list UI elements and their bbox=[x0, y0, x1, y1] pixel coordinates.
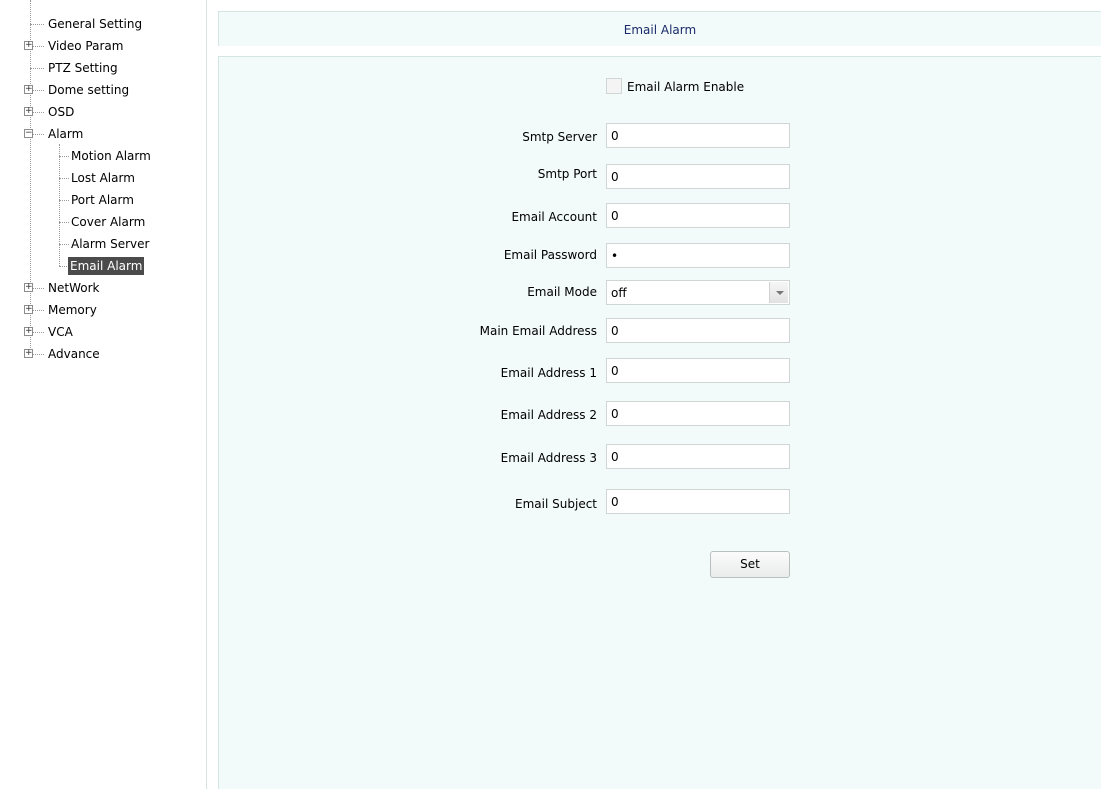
tree-item-memory[interactable]: + Memory bbox=[24, 300, 194, 320]
tree-item-osd[interactable]: + OSD bbox=[24, 102, 194, 122]
email-password-label: Email Password bbox=[503, 248, 597, 262]
tree-item-label: Cover Alarm bbox=[71, 215, 146, 229]
tree-item-label: Advance bbox=[48, 347, 100, 361]
expand-plus-icon[interactable]: + bbox=[24, 107, 33, 116]
email-address-1-input[interactable] bbox=[606, 358, 790, 383]
tree-item-label: PTZ Setting bbox=[48, 61, 118, 75]
expand-plus-icon[interactable]: + bbox=[24, 349, 33, 358]
tree-item-dome-setting[interactable]: + Dome setting bbox=[24, 80, 194, 100]
tree-item-lost-alarm[interactable]: Lost Alarm bbox=[59, 168, 199, 188]
main-email-address-input[interactable] bbox=[606, 318, 790, 343]
tree-item-video-param[interactable]: + Video Param bbox=[24, 36, 194, 56]
email-account-input[interactable] bbox=[606, 203, 790, 228]
smtp-server-input[interactable] bbox=[606, 123, 790, 148]
expand-plus-icon[interactable]: + bbox=[24, 327, 33, 336]
expand-plus-icon[interactable]: + bbox=[24, 283, 33, 292]
email-subject-label: Email Subject bbox=[515, 497, 597, 511]
chevron-down-icon[interactable] bbox=[769, 282, 788, 303]
email-subject-input[interactable] bbox=[606, 489, 790, 514]
email-mode-label: Email Mode bbox=[527, 285, 597, 299]
email-mode-select[interactable]: off bbox=[606, 280, 790, 305]
settings-tree: General Setting + Video Param PTZ Settin… bbox=[0, 0, 205, 789]
email-account-label: Email Account bbox=[511, 210, 597, 224]
tree-item-cover-alarm[interactable]: Cover Alarm bbox=[59, 212, 199, 232]
app-window: General Setting + Video Param PTZ Settin… bbox=[0, 0, 1101, 789]
email-password-input[interactable] bbox=[606, 243, 790, 268]
page-title: Email Alarm bbox=[218, 11, 1101, 46]
tree-item-label: Dome setting bbox=[48, 83, 130, 97]
email-address-3-input[interactable] bbox=[606, 444, 790, 469]
tree-item-label: Alarm bbox=[48, 127, 84, 141]
smtp-port-input[interactable] bbox=[606, 164, 790, 189]
tree-item-motion-alarm[interactable]: Motion Alarm bbox=[59, 146, 199, 166]
email-address-1-label: Email Address 1 bbox=[500, 366, 597, 380]
tree-item-label: OSD bbox=[48, 105, 75, 119]
tree-item-label: VCA bbox=[48, 325, 73, 339]
tree-item-network[interactable]: + NetWork bbox=[24, 278, 194, 298]
tree-item-label: Memory bbox=[48, 303, 97, 317]
tree-item-label: General Setting bbox=[48, 17, 143, 31]
tree-item-label: Video Param bbox=[48, 39, 124, 53]
set-button[interactable]: Set bbox=[710, 551, 790, 578]
tree-item-label-selected: Email Alarm bbox=[68, 257, 145, 275]
main-email-address-label: Main Email Address bbox=[479, 324, 597, 338]
tree-item-port-alarm[interactable]: Port Alarm bbox=[59, 190, 199, 210]
tree-item-advance[interactable]: + Advance bbox=[24, 344, 194, 364]
tree-item-label: Port Alarm bbox=[71, 193, 134, 207]
sidebar-divider bbox=[206, 0, 207, 789]
tree-item-ptz-setting[interactable]: PTZ Setting bbox=[30, 58, 200, 78]
email-mode-value: off bbox=[611, 286, 627, 300]
tree-item-label: Alarm Server bbox=[71, 237, 150, 251]
email-alarm-enable-checkbox[interactable] bbox=[606, 78, 622, 94]
tree-item-label: NetWork bbox=[48, 281, 100, 295]
expand-plus-icon[interactable]: + bbox=[24, 85, 33, 94]
email-alarm-enable-label: Email Alarm Enable bbox=[627, 80, 745, 94]
email-address-3-label: Email Address 3 bbox=[500, 451, 597, 465]
email-address-2-input[interactable] bbox=[606, 401, 790, 426]
smtp-server-label: Smtp Server bbox=[522, 130, 597, 144]
tree-item-vca[interactable]: + VCA bbox=[24, 322, 194, 342]
tree-item-alarm[interactable]: − Alarm bbox=[24, 124, 194, 144]
tree-item-email-alarm[interactable]: Email Alarm bbox=[59, 256, 199, 276]
expand-plus-icon[interactable]: + bbox=[24, 41, 33, 50]
expand-plus-icon[interactable]: + bbox=[24, 305, 33, 314]
collapse-minus-icon[interactable]: − bbox=[24, 129, 33, 138]
tree-item-label: Motion Alarm bbox=[71, 149, 151, 163]
tree-item-general-setting[interactable]: General Setting bbox=[30, 14, 200, 34]
smtp-port-label: Smtp Port bbox=[537, 167, 597, 181]
tree-item-label: Lost Alarm bbox=[71, 171, 135, 185]
email-address-2-label: Email Address 2 bbox=[500, 408, 597, 422]
tree-item-alarm-server[interactable]: Alarm Server bbox=[59, 234, 199, 254]
